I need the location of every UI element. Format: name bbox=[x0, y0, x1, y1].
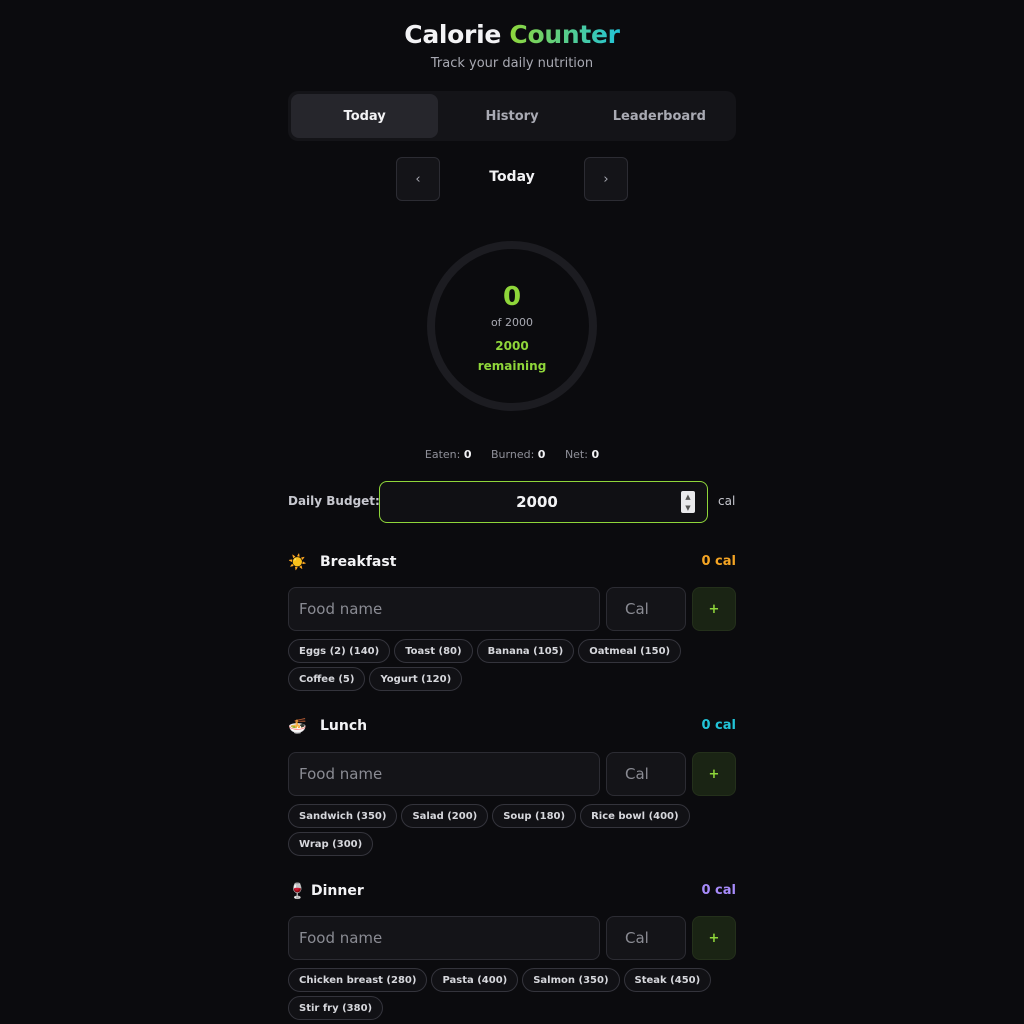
lunch-add-button[interactable]: + bbox=[692, 752, 736, 796]
calories-consumed: 0 bbox=[502, 282, 522, 312]
meal-name-dinner: Dinner bbox=[311, 883, 364, 899]
suggestion-chip[interactable]: Steak (450) bbox=[623, 968, 712, 992]
calorie-progress-ring: 0 of 2000 2000 remaining bbox=[426, 240, 598, 412]
meal-header-breakfast: ☀️ Breakfast 0 cal bbox=[288, 552, 736, 572]
tab-history[interactable]: History bbox=[438, 94, 585, 138]
suggestion-chip[interactable]: Oatmeal (150) bbox=[578, 639, 682, 663]
suggestion-chip[interactable]: Soup (180) bbox=[492, 804, 577, 828]
tab-bar: Today History Leaderboard bbox=[288, 91, 736, 141]
breakfast-add-button[interactable]: + bbox=[692, 587, 736, 631]
current-date-label: Today bbox=[489, 169, 535, 185]
dinner-add-button[interactable]: + bbox=[692, 916, 736, 960]
dinner-cal-input[interactable] bbox=[606, 916, 686, 960]
number-spinner[interactable]: ▲ ▼ bbox=[681, 491, 695, 513]
prev-day-button[interactable]: ‹ bbox=[396, 157, 440, 201]
calories-remaining: 2000 remaining bbox=[426, 336, 598, 376]
suggestion-chip[interactable]: Salad (200) bbox=[401, 804, 489, 828]
remaining-value: 2000 bbox=[495, 339, 529, 353]
dinner-food-name-input[interactable] bbox=[288, 916, 600, 960]
tab-today[interactable]: Today bbox=[291, 94, 439, 138]
lunch-cal-input[interactable] bbox=[606, 752, 686, 796]
breakfast-cal-input[interactable] bbox=[606, 587, 686, 631]
suggestion-chip[interactable]: Yogurt (120) bbox=[369, 667, 463, 691]
suggestion-chip[interactable]: Rice bowl (400) bbox=[580, 804, 690, 828]
meal-header-dinner: 🍷 Dinner 0 cal bbox=[288, 881, 736, 901]
app-title: Calorie Counter bbox=[0, 20, 1024, 49]
suggestion-chip[interactable]: Stir fry (380) bbox=[288, 996, 384, 1020]
breakfast-suggestions: Eggs (2) (140) Toast (80) Banana (105) O… bbox=[288, 639, 736, 691]
suggestion-chip[interactable]: Toast (80) bbox=[394, 639, 473, 663]
meal-total-lunch: 0 cal bbox=[701, 718, 736, 733]
noodle-bowl-icon: 🍜 bbox=[288, 717, 307, 735]
suggestion-chip[interactable]: Eggs (2) (140) bbox=[288, 639, 391, 663]
meal-name-breakfast: Breakfast bbox=[320, 554, 397, 570]
app-subtitle: Track your daily nutrition bbox=[430, 56, 594, 71]
suggestion-chip[interactable]: Banana (105) bbox=[476, 639, 575, 663]
daily-budget-value: 2000 bbox=[516, 493, 558, 511]
meal-total-breakfast: 0 cal bbox=[701, 554, 736, 569]
next-day-button[interactable]: › bbox=[584, 157, 628, 201]
stat-eaten: Eaten: 0 bbox=[424, 448, 472, 461]
breakfast-food-name-input[interactable] bbox=[288, 587, 600, 631]
daily-budget-input[interactable]: 2000 ▲ ▼ bbox=[379, 481, 708, 523]
app-root: Calorie Counter Track your daily nutriti… bbox=[0, 0, 1024, 1024]
suggestion-chip[interactable]: Salmon (350) bbox=[522, 968, 620, 992]
lunch-food-name-input[interactable] bbox=[288, 752, 600, 796]
meal-header-lunch: 🍜 Lunch 0 cal bbox=[288, 716, 736, 736]
meal-total-dinner: 0 cal bbox=[701, 883, 736, 898]
meal-name-lunch: Lunch bbox=[320, 718, 368, 734]
daily-stats: Eaten: 0 Burned: 0 Net: 0 bbox=[0, 448, 1024, 461]
dinner-suggestions: Chicken breast (280) Pasta (400) Salmon … bbox=[288, 968, 736, 1020]
spin-up-icon[interactable]: ▲ bbox=[685, 493, 690, 501]
suggestion-chip[interactable]: Wrap (300) bbox=[288, 832, 374, 856]
sun-icon: ☀️ bbox=[288, 553, 307, 571]
daily-budget-label: Daily Budget: bbox=[288, 494, 380, 508]
remaining-label: remaining bbox=[477, 359, 547, 373]
calories-budget-text: of 2000 bbox=[490, 316, 534, 329]
lunch-suggestions: Sandwich (350) Salad (200) Soup (180) Ri… bbox=[288, 804, 736, 856]
suggestion-chip[interactable]: Pasta (400) bbox=[431, 968, 519, 992]
suggestion-chip[interactable]: Sandwich (350) bbox=[288, 804, 398, 828]
spin-down-icon[interactable]: ▼ bbox=[685, 504, 690, 512]
suggestion-chip[interactable]: Chicken breast (280) bbox=[288, 968, 428, 992]
title-main: Calorie bbox=[404, 20, 502, 49]
tab-leaderboard[interactable]: Leaderboard bbox=[586, 94, 733, 138]
suggestion-chip[interactable]: Coffee (5) bbox=[288, 667, 366, 691]
title-accent: Counter bbox=[509, 20, 620, 49]
stat-net: Net: 0 bbox=[564, 448, 600, 461]
wine-glass-icon: 🍷 bbox=[288, 882, 307, 900]
stat-burned: Burned: 0 bbox=[491, 448, 546, 461]
budget-unit-label: cal bbox=[718, 494, 736, 508]
